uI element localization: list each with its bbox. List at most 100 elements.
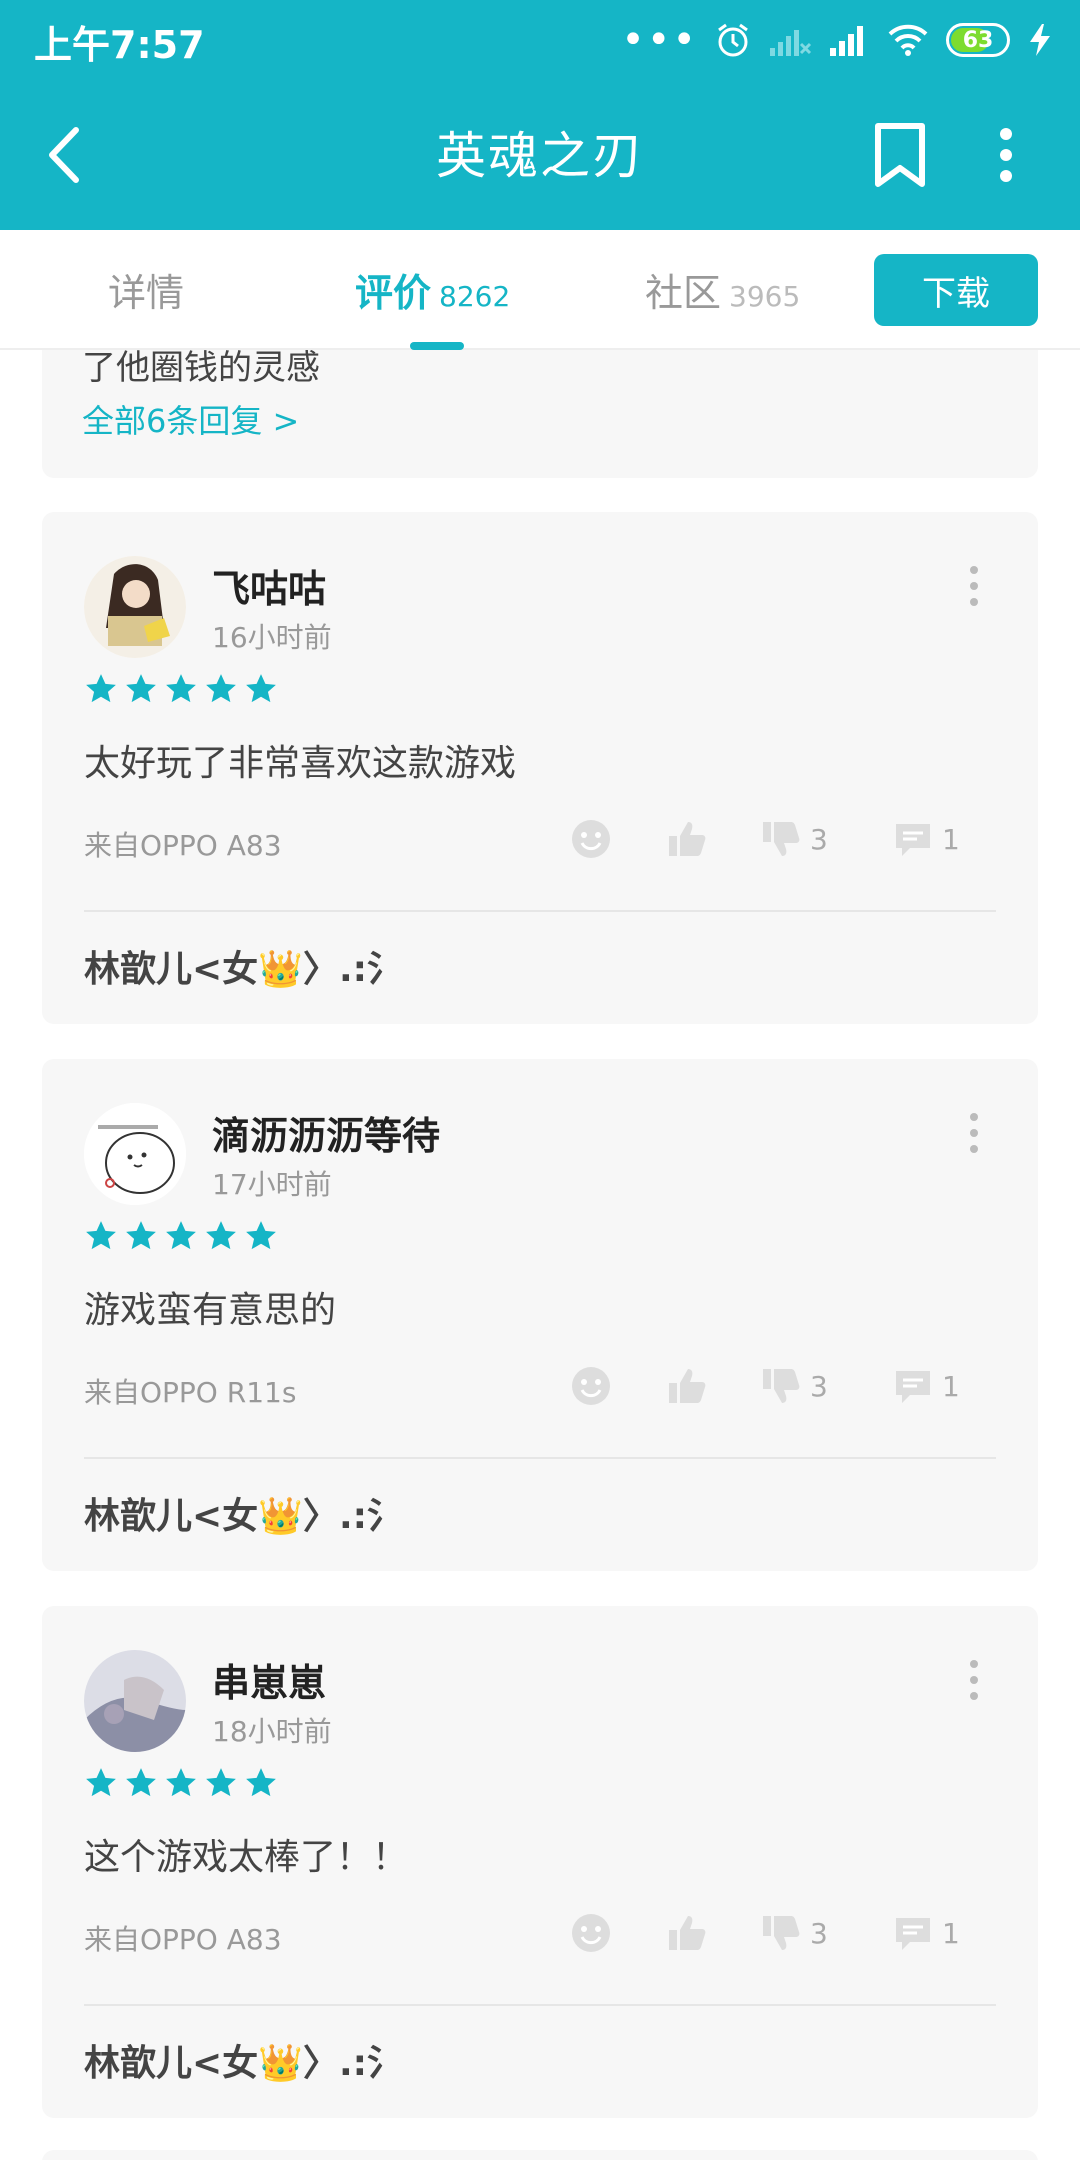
like-button[interactable]	[666, 1361, 708, 1411]
bookmark-icon[interactable]	[868, 120, 932, 190]
wifi-icon	[888, 24, 928, 56]
star-icon	[86, 1768, 116, 1797]
comment-icon	[896, 824, 930, 856]
comment-icon	[896, 1918, 930, 1950]
dislike-count: 3	[810, 822, 828, 856]
avatar[interactable]	[84, 1650, 186, 1752]
comment-button[interactable]: 1	[892, 814, 960, 864]
smiley-icon	[572, 820, 610, 858]
star-icon	[206, 674, 236, 703]
star-icon	[246, 674, 276, 703]
thumbs-down-icon	[763, 822, 800, 856]
star-icon	[126, 1221, 156, 1250]
like-button[interactable]	[666, 1908, 708, 1958]
tab-count: 8262	[439, 280, 511, 313]
review-time: 17小时前	[212, 1168, 332, 1201]
review-time: 18小时前	[212, 1715, 332, 1748]
all-replies-link[interactable]: 全部6条回复 >	[82, 396, 299, 442]
emoji-button[interactable]	[570, 814, 612, 864]
star-icon	[246, 1768, 276, 1797]
star-icon	[126, 1768, 156, 1797]
emoji-button[interactable]	[570, 1908, 612, 1958]
smiley-icon	[572, 1914, 610, 1952]
more-vert-icon[interactable]	[966, 1111, 982, 1155]
star-icon	[86, 674, 116, 703]
star-icon	[206, 1221, 236, 1250]
device-label: 来自OPPO A83	[84, 1923, 282, 1956]
thumbs-up-icon	[669, 1916, 706, 1950]
username[interactable]: 飞咕咕	[212, 558, 326, 613]
status-bar: 上午7:57 ••• 63	[0, 0, 1080, 80]
rating-stars	[84, 1219, 278, 1253]
tab-community[interactable]: 社区 3965	[645, 262, 800, 317]
rating-stars	[84, 672, 278, 706]
reply-preview[interactable]: 林歆儿<女👑〉.:氵	[84, 2034, 403, 2086]
download-button[interactable]: 下载	[874, 254, 1038, 326]
smiley-icon	[572, 1367, 610, 1405]
device-label: 来自OPPO R11s	[84, 1376, 297, 1409]
divider	[84, 2004, 996, 2006]
star-icon	[166, 674, 196, 703]
reply-preview[interactable]: 林歆儿<女👑〉.:氵	[84, 940, 403, 992]
star-icon	[166, 1221, 196, 1250]
thumbs-up-icon	[669, 1369, 706, 1403]
comment-count: 1	[942, 822, 960, 856]
dislike-button[interactable]: 3	[760, 1908, 828, 1958]
alarm-icon	[718, 23, 748, 57]
review-time: 16小时前	[212, 621, 332, 654]
review-text: 了他圈钱的灵感	[82, 350, 320, 388]
username[interactable]: 串崽崽	[212, 1652, 326, 1707]
title-bar: 英魂之刃	[0, 80, 1080, 230]
avatar[interactable]	[84, 556, 186, 658]
review-list: 了他圈钱的灵感 全部6条回复 > 飞咕咕 16小时前 太好玩了非常喜欢这款游戏	[0, 350, 1080, 2160]
star-icon	[126, 674, 156, 703]
like-button[interactable]	[666, 814, 708, 864]
avatar[interactable]	[84, 1103, 186, 1205]
star-icon	[246, 1221, 276, 1250]
more-vert-icon[interactable]	[966, 564, 982, 608]
star-icon	[166, 1768, 196, 1797]
comment-button[interactable]: 1	[892, 1908, 960, 1958]
emoji-button[interactable]	[570, 1361, 612, 1411]
tab-details[interactable]: 详情	[108, 262, 184, 317]
signal-icon	[830, 26, 863, 56]
app-bar: 上午7:57 ••• 63 英魂之刃	[0, 0, 1080, 230]
comment-count: 1	[942, 1369, 960, 1403]
thumbs-up-icon	[669, 822, 706, 856]
tab-label: 详情	[108, 271, 185, 315]
review-card	[42, 2150, 1038, 2160]
dislike-count: 3	[810, 1916, 828, 1950]
tab-count: 3965	[729, 280, 801, 313]
tab-label: 社区	[645, 271, 722, 315]
battery-icon: 63	[946, 23, 1010, 57]
comment-icon	[896, 1371, 930, 1403]
more-vert-icon[interactable]	[990, 120, 1022, 190]
dislike-button[interactable]: 3	[760, 814, 828, 864]
tab-label: 评价	[355, 271, 432, 315]
dislike-count: 3	[810, 1369, 828, 1403]
star-icon	[206, 1768, 236, 1797]
status-dots: •••	[621, 17, 698, 63]
battery-level: 63	[962, 27, 994, 53]
device-label: 来自OPPO A83	[84, 829, 282, 862]
tab-indicator	[410, 342, 464, 350]
status-time: 上午7:57	[34, 23, 205, 67]
review-text: 游戏蛮有意思的	[84, 1290, 337, 1331]
review-card: 飞咕咕 16小时前 太好玩了非常喜欢这款游戏 来自OPPO A83 3 1 林歆…	[42, 512, 1038, 1024]
username[interactable]: 滴沥沥沥等待	[212, 1105, 440, 1160]
reply-preview[interactable]: 林歆儿<女👑〉.:氵	[84, 1487, 403, 1539]
thumbs-down-icon	[763, 1916, 800, 1950]
review-card: 滴沥沥沥等待 17小时前 游戏蛮有意思的 来自OPPO R11s 3 1 林歆儿…	[42, 1059, 1038, 1571]
rating-stars	[84, 1766, 278, 1800]
divider	[84, 910, 996, 912]
charging-icon	[1030, 24, 1050, 56]
comment-count: 1	[942, 1916, 960, 1950]
review-card: 了他圈钱的灵感 全部6条回复 >	[42, 350, 1038, 478]
more-vert-icon[interactable]	[966, 1658, 982, 1702]
dislike-button[interactable]: 3	[760, 1361, 828, 1411]
comment-button[interactable]: 1	[892, 1361, 960, 1411]
thumbs-down-icon	[763, 1369, 800, 1403]
tab-reviews[interactable]: 评价 8262	[355, 262, 510, 317]
tab-bar: 详情 评价 8262 社区 3965 下载	[0, 230, 1080, 350]
divider	[84, 1457, 996, 1459]
